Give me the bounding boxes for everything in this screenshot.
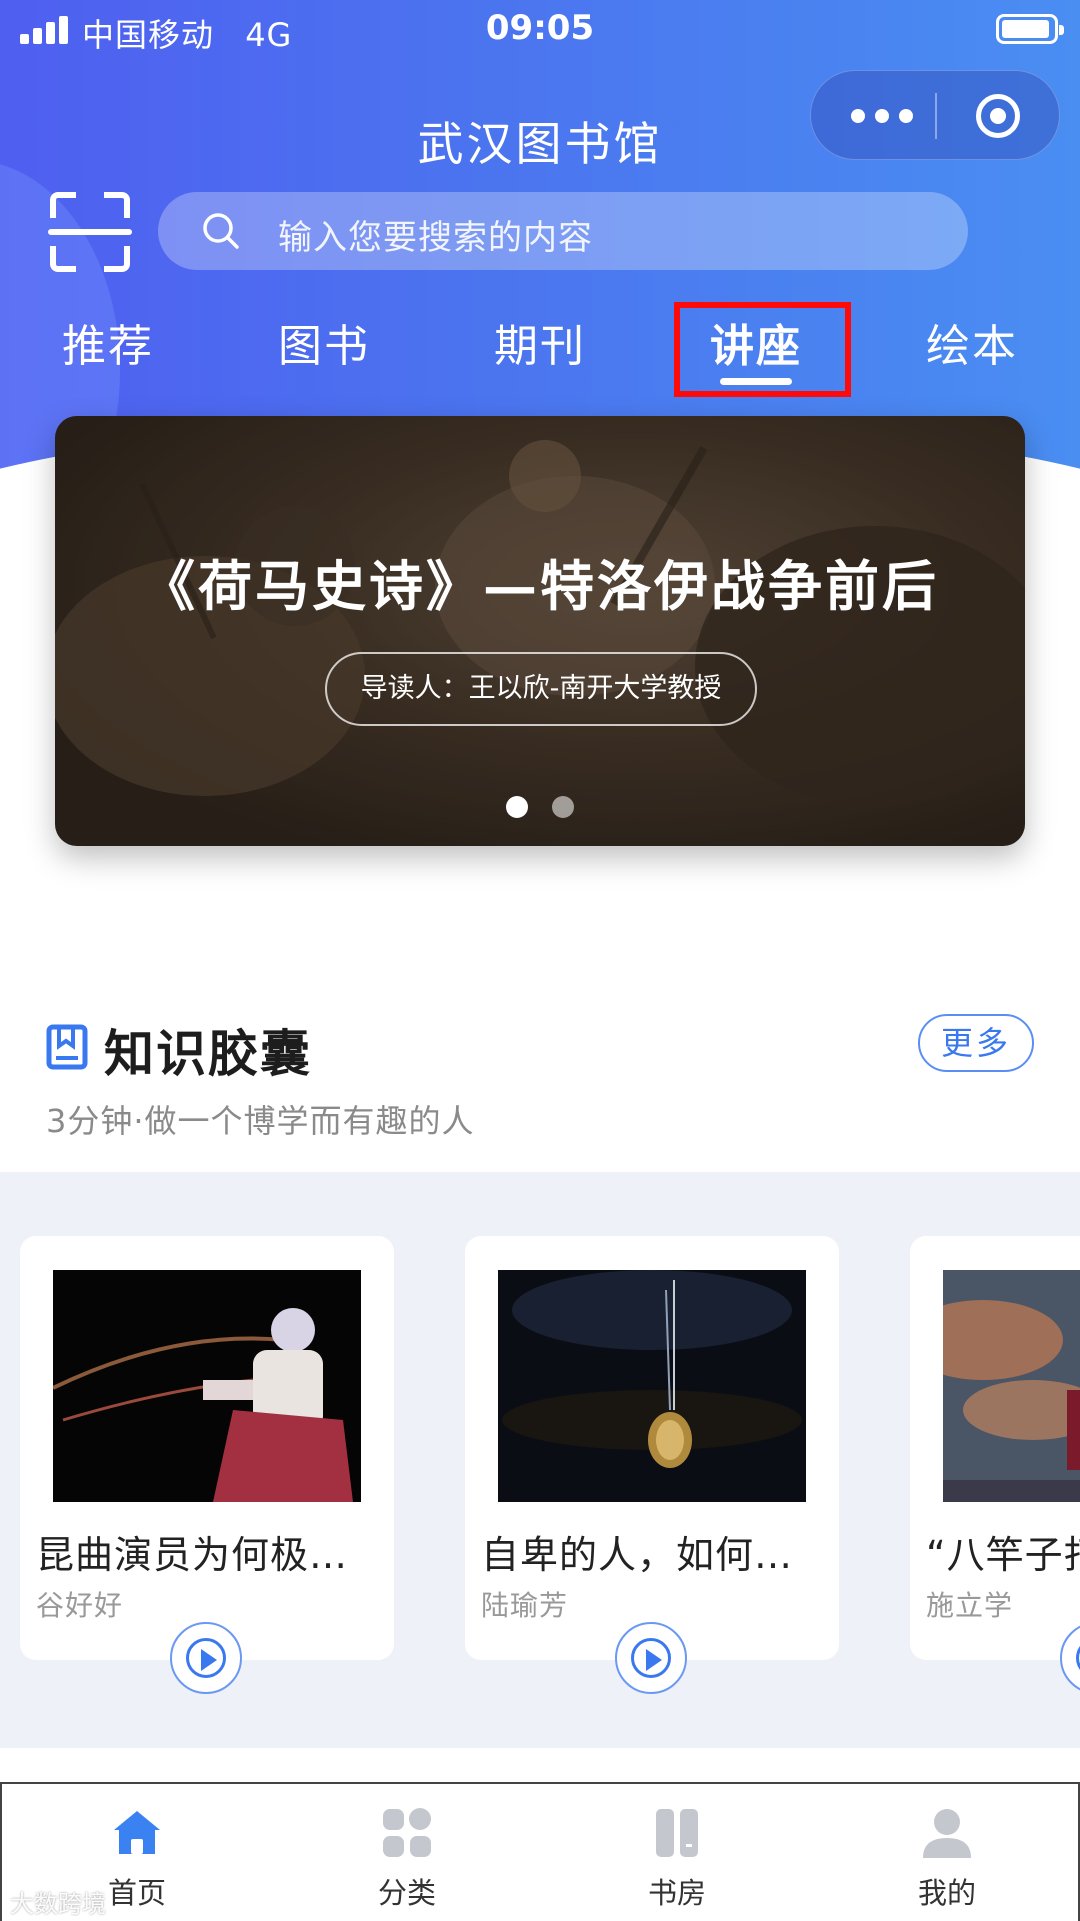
nav-category[interactable]: 分类 <box>272 1784 542 1921</box>
audio-card[interactable]: 自卑的人，如何… 陆瑜芳 <box>465 1236 839 1660</box>
status-bar: 中国移动 4G 09:05 <box>0 0 1080 60</box>
more-options-icon[interactable] <box>851 104 941 128</box>
scan-icon[interactable] <box>48 190 132 274</box>
more-button[interactable]: 更多 <box>918 1014 1034 1072</box>
profile-icon <box>923 1809 971 1858</box>
miniprogram-capsule <box>810 70 1060 160</box>
bookshelf-icon <box>656 1809 698 1857</box>
nav-label: 书房 <box>647 1876 706 1910</box>
card-title: 自卑的人，如何… <box>481 1533 794 1577</box>
section-title: 知识胶囊 <box>104 1025 312 1083</box>
nav-label: 分类 <box>377 1876 436 1910</box>
card-author: 施立学 <box>926 1589 1014 1622</box>
status-time: 09:05 <box>485 8 595 48</box>
search-icon <box>203 213 239 249</box>
play-button[interactable] <box>170 1622 242 1694</box>
banner-overlay <box>55 416 1025 846</box>
carousel-dot-active[interactable] <box>506 796 528 818</box>
nav-label: 我的 <box>917 1876 976 1910</box>
bookmark-book-icon <box>46 1024 88 1070</box>
card-author: 陆瑜芳 <box>481 1589 569 1622</box>
battery-icon <box>996 14 1064 44</box>
search-placeholder: 输入您要搜索的内容 <box>278 218 593 258</box>
banner-title: 《荷马史诗》—特洛伊战争前后 <box>141 554 939 618</box>
carousel-dot[interactable] <box>552 796 574 818</box>
watermark: 大数跨境 <box>10 1890 106 1918</box>
card-title: 昆曲演员为何极… <box>36 1533 349 1577</box>
tab-journals[interactable]: 期刊 <box>432 310 648 374</box>
tab-books[interactable]: 图书 <box>216 310 432 374</box>
audio-card[interactable]: “八竿子打 施立学 <box>910 1236 1080 1660</box>
tab-picture-books[interactable]: 绘本 <box>864 310 1080 374</box>
audio-card[interactable]: 昆曲演员为何极… 谷好好 <box>20 1236 394 1660</box>
home-icon <box>114 1811 160 1854</box>
highlight-annotation-box <box>674 302 851 397</box>
section-subtitle: 3分钟·做一个博学而有趣的人 <box>46 1102 475 1140</box>
lecture-banner[interactable]: 《荷马史诗》—特洛伊战争前后 导读人：王以欣-南开大学教授 <box>55 416 1025 846</box>
card-thumbnail <box>53 1270 361 1502</box>
card-thumbnail <box>943 1270 1080 1502</box>
opera-performer-image <box>53 1270 361 1502</box>
category-tabs: 推荐 图书 期刊 讲座 绘本 <box>0 300 1080 390</box>
search-input[interactable]: 输入您要搜索的内容 <box>158 192 968 270</box>
close-miniprogram-icon[interactable] <box>976 94 1020 138</box>
bottom-nav: 首页 分类 书房 我的 <box>0 1782 1080 1921</box>
play-button[interactable] <box>615 1622 687 1694</box>
category-icon <box>383 1808 431 1857</box>
card-title: “八竿子打 <box>926 1533 1080 1577</box>
nav-bookshelf[interactable]: 书房 <box>542 1784 812 1921</box>
card-author: 谷好好 <box>36 1589 124 1622</box>
gilded-instrument-image <box>498 1270 806 1502</box>
tab-recommend[interactable]: 推荐 <box>0 310 216 374</box>
banner-subtitle: 导读人：王以欣-南开大学教授 <box>325 652 757 726</box>
sunset-landscape-image <box>943 1270 1080 1502</box>
nav-profile[interactable]: 我的 <box>812 1784 1080 1921</box>
play-icon <box>1076 1638 1080 1678</box>
card-thumbnail <box>498 1270 806 1502</box>
capsule-divider <box>935 93 937 139</box>
